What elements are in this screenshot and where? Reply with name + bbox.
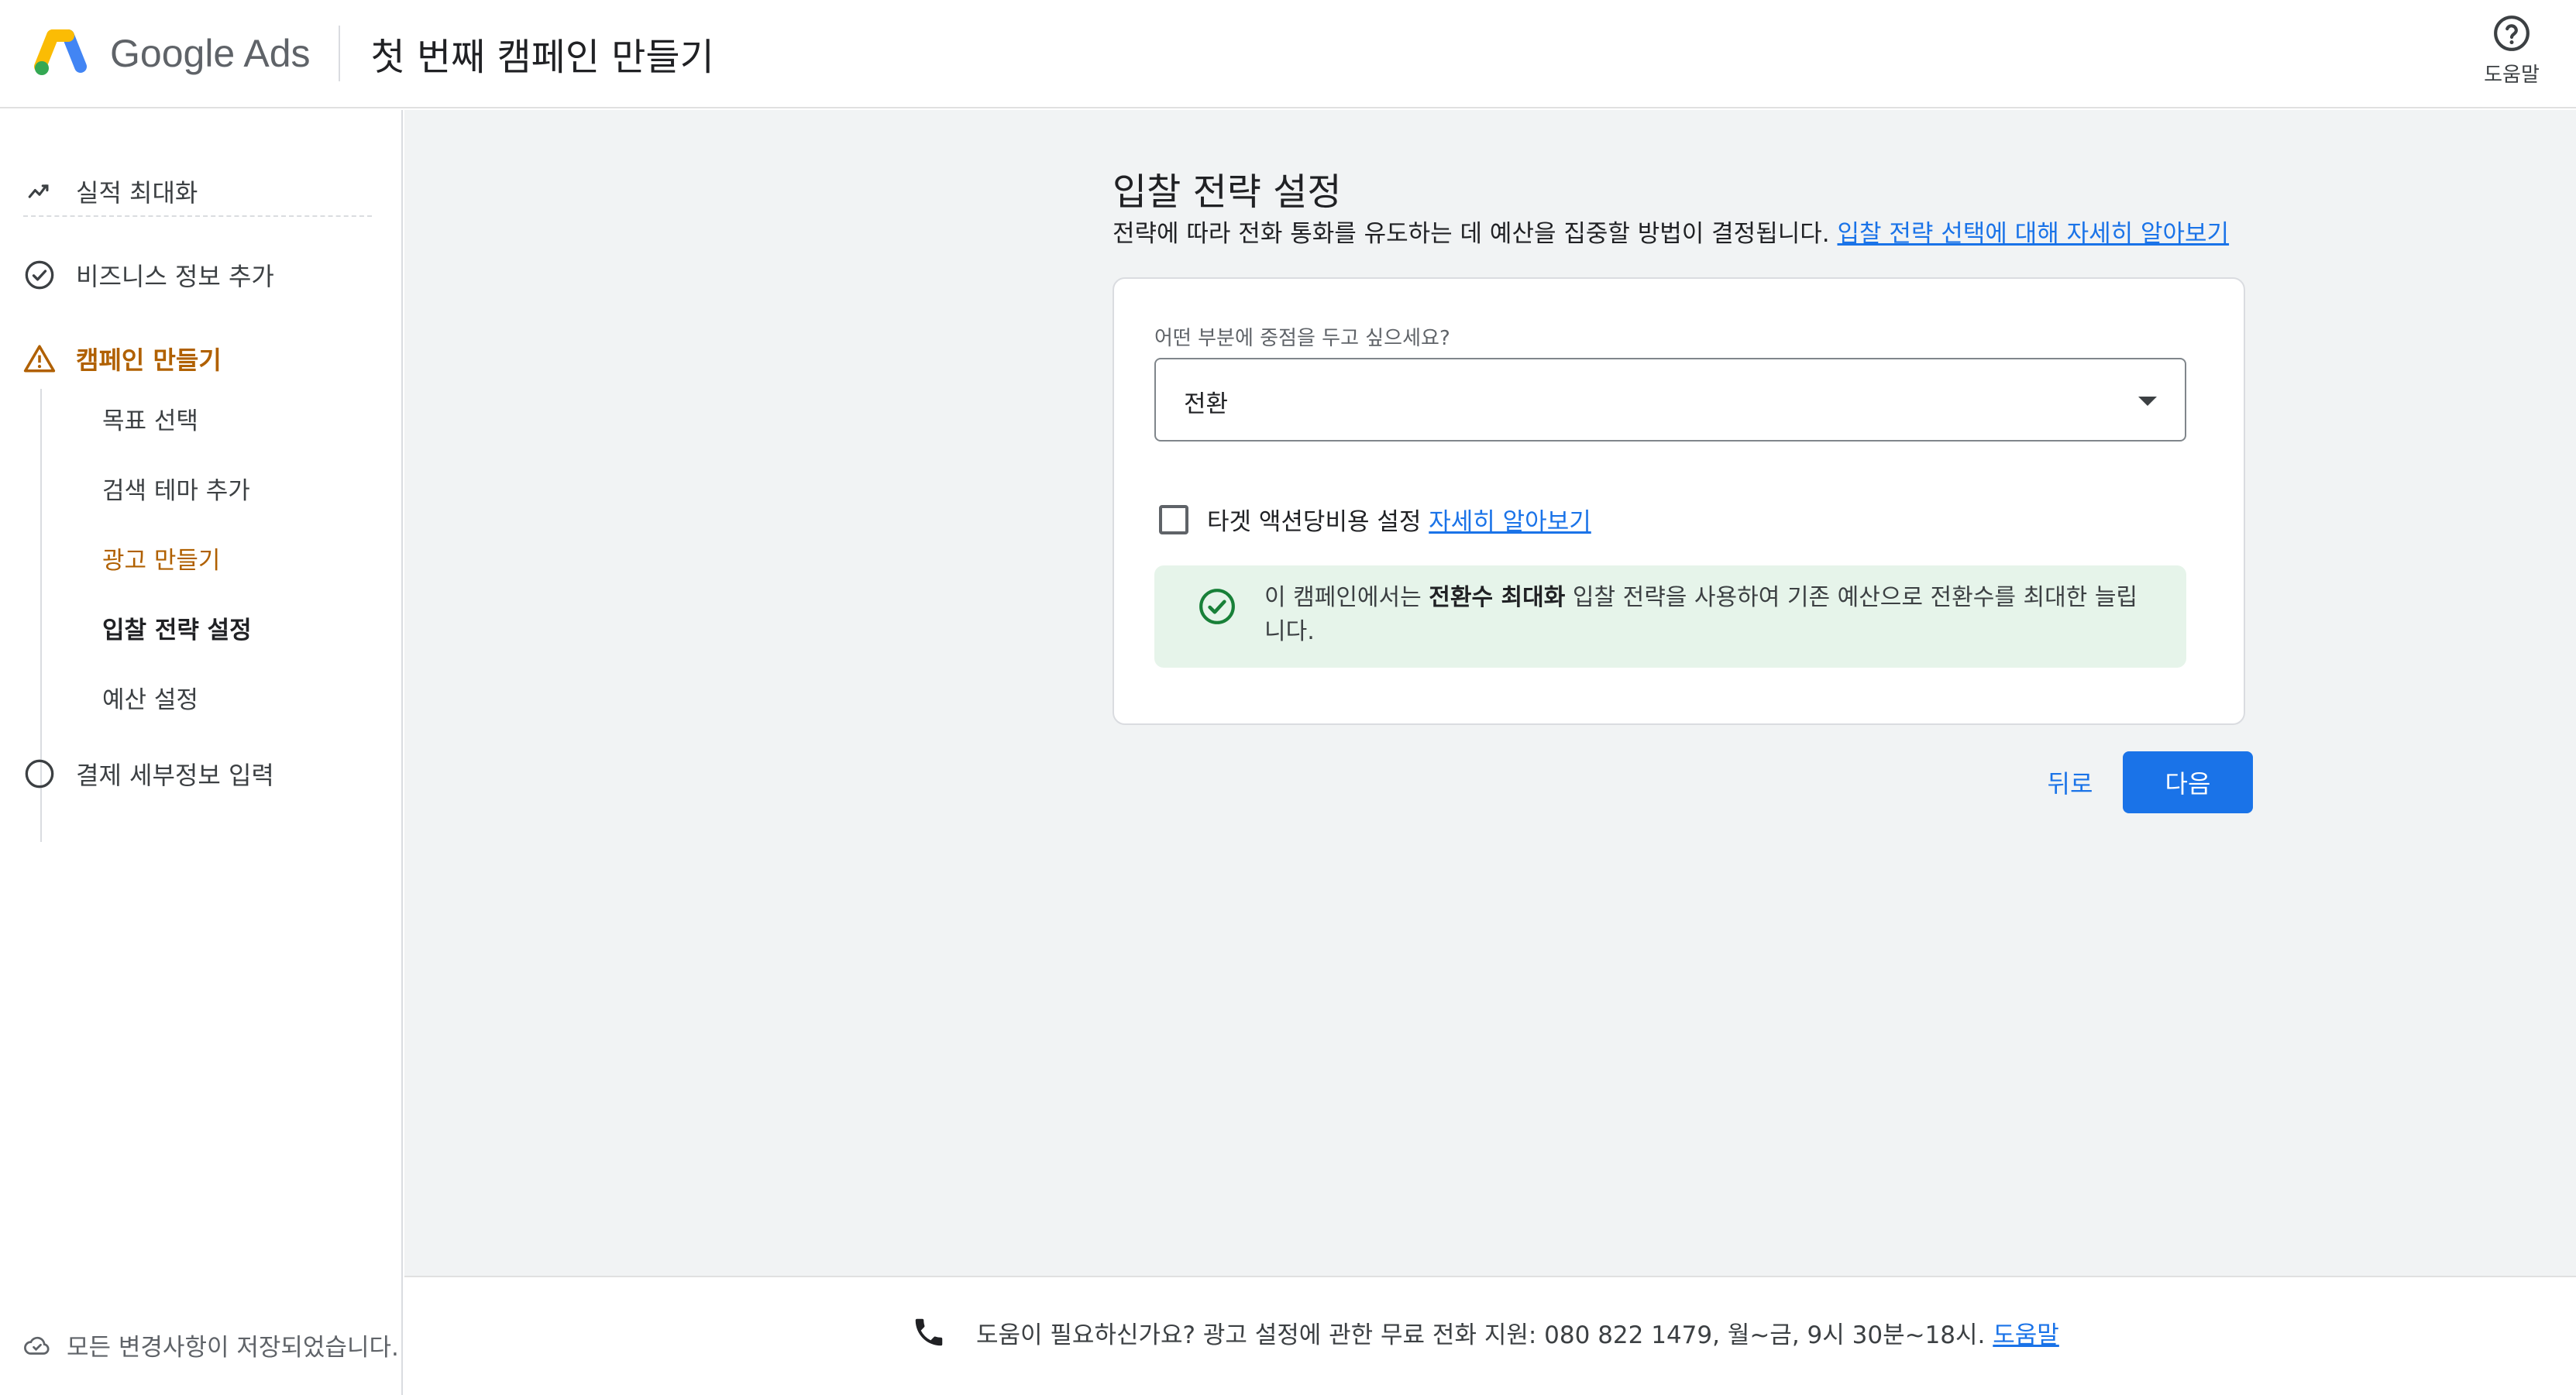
footer-content: 도움이 필요하신가요? 광고 설정에 관한 무료 전화 지원: 080 822 …: [911, 1314, 2059, 1350]
sidebar-item-performance-max[interactable]: 실적 최대화: [23, 174, 198, 209]
target-cpa-row: 타겟 액션당비용 설정 자세히 알아보기: [1159, 502, 1591, 537]
description-text: 전략에 따라 전화 통화를 유도하는 데 예산을 집중할 방법이 결정됩니다.: [1113, 220, 1830, 248]
sidebar-item-business-info[interactable]: 비즈니스 정보 추가: [23, 257, 274, 293]
google-ads-logo-icon: [34, 29, 87, 75]
save-status: 모든 변경사항이 저장되었습니다.: [23, 1328, 399, 1362]
sidebar-item-create-campaign[interactable]: 캠페인 만들기: [23, 341, 222, 376]
focus-select[interactable]: 전환: [1154, 358, 2186, 442]
main-content: 입찰 전략 설정 전략에 따라 전화 통화를 유도하는 데 예산을 집중할 방법…: [404, 110, 2576, 1276]
sidebar-divider: [23, 215, 372, 217]
strategy-info-box: 이 캠페인에서는 전환수 최대화 입찰 전략을 사용하여 기존 예산으로 전환수…: [1154, 565, 2186, 668]
target-cpa-label: 타겟 액션당비용 설정: [1207, 508, 1422, 536]
focus-label: 어떤 부분에 중점을 두고 싶으세요?: [1154, 327, 1450, 350]
footer-help-link[interactable]: 도움말: [1993, 1321, 2059, 1349]
strategy-info-text: 이 캠페인에서는 전환수 최대화 입찰 전략을 사용하여 기존 예산으로 전환수…: [1264, 581, 2148, 649]
learn-bid-strategy-link[interactable]: 입찰 전략 선택에 대해 자세히 알아보기: [1837, 220, 2229, 248]
sidebar-item-label: 실적 최대화: [76, 178, 198, 208]
help-icon: [2494, 15, 2530, 51]
trending-icon: [23, 175, 56, 208]
substep-search-theme[interactable]: 검색 테마 추가: [102, 471, 250, 506]
sidebar-item-label: 캠페인 만들기: [76, 345, 222, 375]
google-ads-logo[interactable]: Google Ads: [33, 0, 311, 107]
info-strategy-name: 전환수 최대화: [1429, 584, 1566, 611]
cloud-done-icon: [24, 1336, 50, 1355]
focus-select-value: 전환: [1184, 390, 1229, 418]
help-label: 도움말: [2484, 63, 2540, 87]
substep-bid-strategy[interactable]: 입찰 전략 설정: [102, 610, 252, 645]
info-prefix: 이 캠페인에서는: [1264, 584, 1429, 611]
substep-budget[interactable]: 예산 설정: [102, 680, 198, 715]
section-description: 전략에 따라 전화 통화를 유도하는 데 예산을 집중할 방법이 결정됩니다. …: [1113, 214, 2229, 249]
target-cpa-checkbox[interactable]: [1159, 504, 1188, 534]
target-cpa-label-wrap: 타겟 액션당비용 설정 자세히 알아보기: [1207, 502, 1591, 537]
phone-icon: [915, 1318, 943, 1346]
back-button[interactable]: 뒤로: [2024, 751, 2117, 813]
sidebar-item-payment[interactable]: 결제 세부정보 입력: [23, 756, 274, 792]
footer-text-wrap: 도움이 필요하신가요? 광고 설정에 관한 무료 전화 지원: 080 822 …: [976, 1315, 2059, 1350]
brand-name: Google Ads: [110, 32, 311, 75]
top-header: Google Ads 첫 번째 캠페인 만들기 도움말: [0, 0, 2576, 108]
save-status-text: 모든 변경사항이 저장되었습니다.: [67, 1334, 399, 1362]
bid-strategy-card: 어떤 부분에 중점을 두고 싶으세요? 전환 타겟 액션당비용 설정 자세히 알…: [1113, 277, 2245, 725]
substep-goal[interactable]: 목표 선택: [102, 401, 198, 436]
dropdown-arrow-icon: [2138, 397, 2157, 406]
substep-create-ad[interactable]: 광고 만들기: [102, 541, 220, 576]
check-circle-icon: [23, 259, 56, 291]
next-button[interactable]: 다음: [2123, 751, 2253, 813]
header-divider: [338, 26, 340, 81]
footer-text: 도움이 필요하신가요? 광고 설정에 관한 무료 전화 지원: 080 822 …: [976, 1321, 1986, 1349]
sidebar-item-label: 비즈니스 정보 추가: [76, 262, 274, 291]
help-button[interactable]: 도움말: [2469, 8, 2554, 93]
sidebar-item-label: 결제 세부정보 입력: [76, 761, 274, 790]
warning-icon: [23, 342, 56, 375]
section-title: 입찰 전략 설정: [1113, 170, 1342, 214]
check-circle-icon: [1199, 589, 1235, 624]
page-title: 첫 번째 캠페인 만들기: [370, 36, 714, 79]
empty-circle-icon: [23, 758, 56, 790]
target-cpa-learn-more-link[interactable]: 자세히 알아보기: [1429, 508, 1591, 536]
help-footer: 도움이 필요하신가요? 광고 설정에 관한 무료 전화 지원: 080 822 …: [404, 1276, 2576, 1395]
sidebar: 실적 최대화 비즈니스 정보 추가 캠페인 만들기 목표 선택 검색 테마 추가…: [0, 110, 403, 1395]
